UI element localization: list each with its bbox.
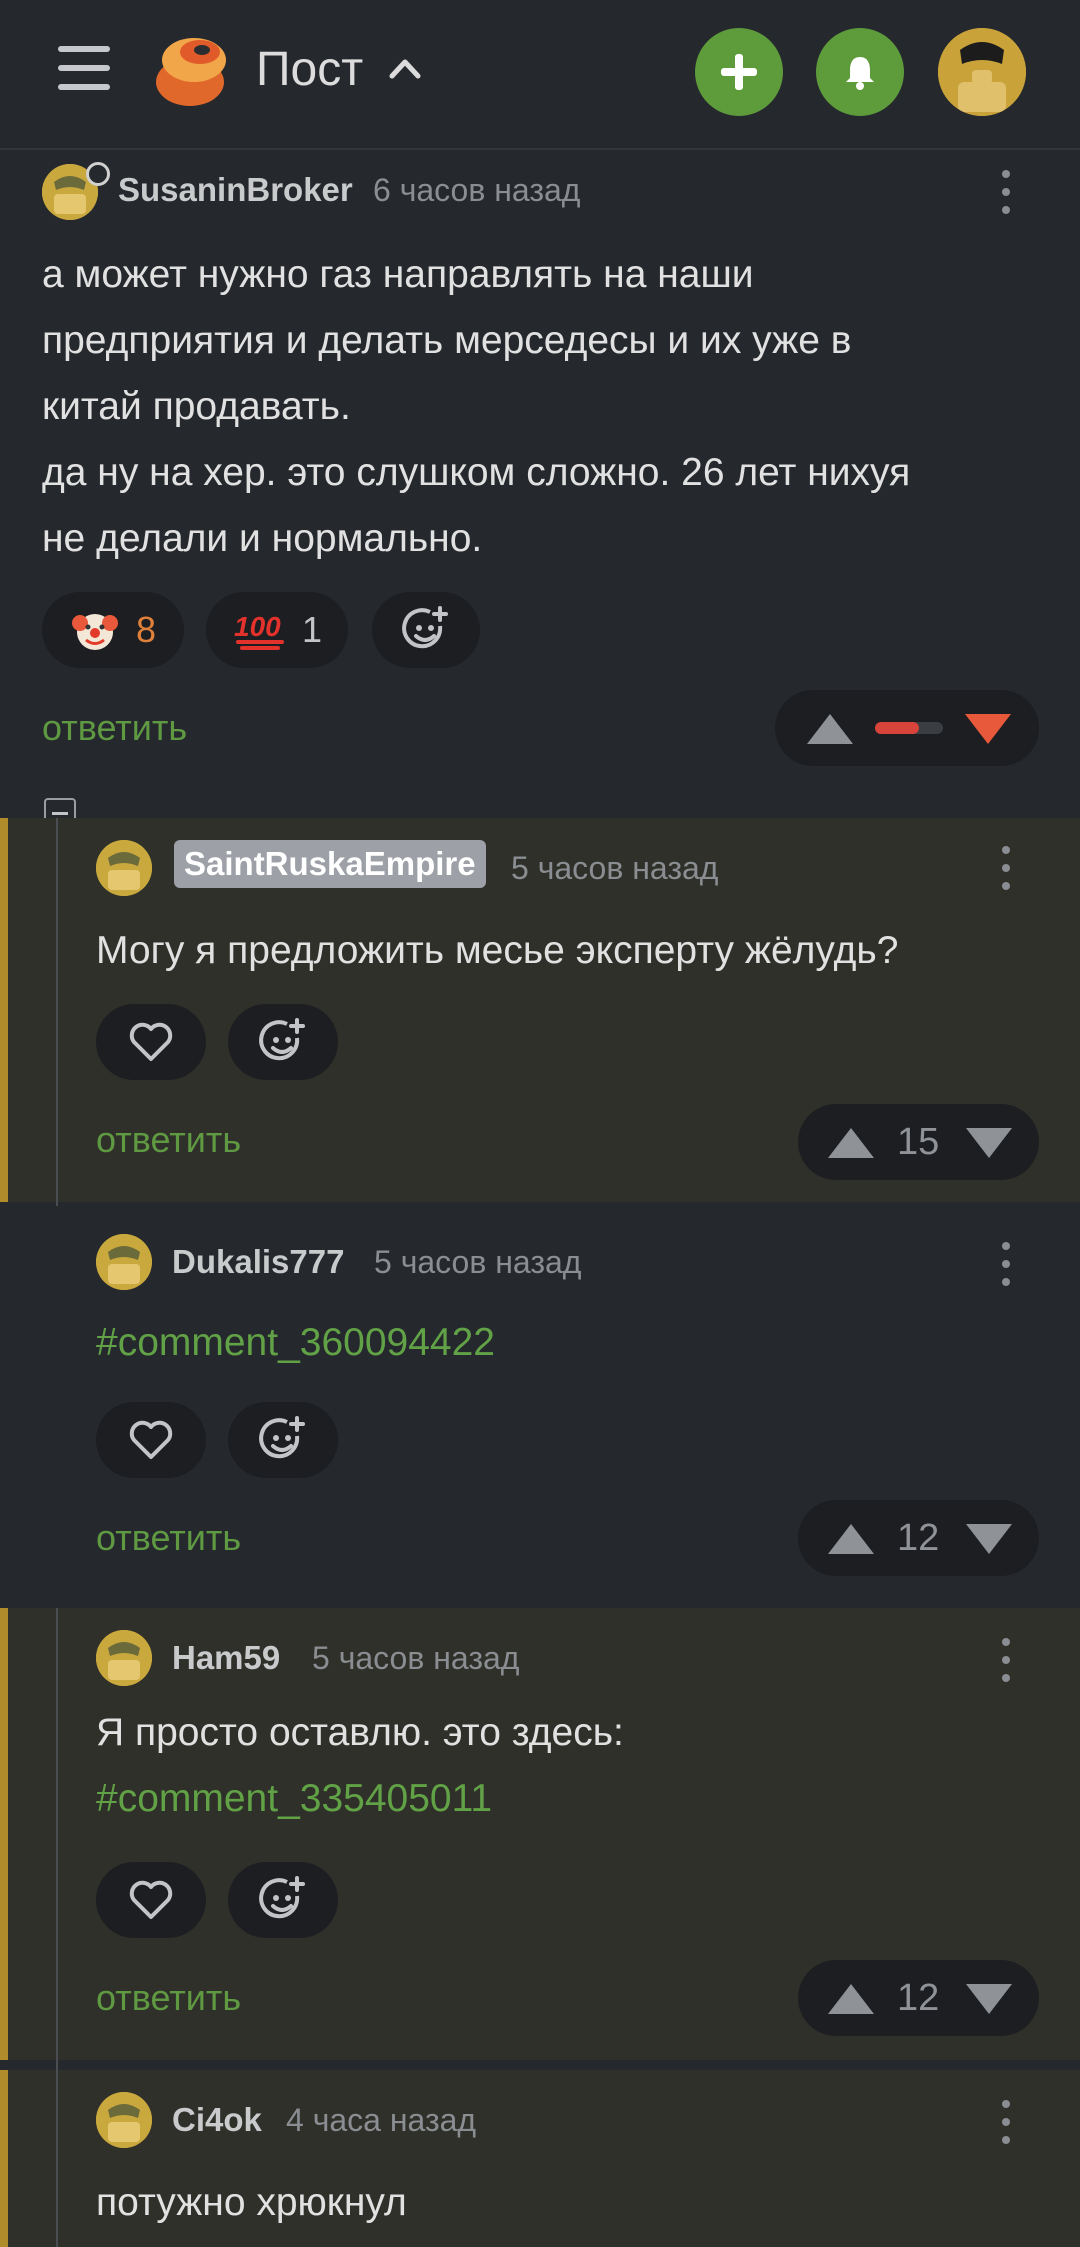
reply-link[interactable]: ответить bbox=[42, 706, 187, 750]
plus-icon bbox=[721, 54, 757, 90]
vote-count: 15 bbox=[897, 1121, 940, 1163]
comment: SaintRuskaEmpire 5 часов назад Могу я пр… bbox=[0, 818, 1080, 1202]
reaction-clown[interactable]: 8 bbox=[42, 592, 184, 668]
notifications-button[interactable] bbox=[816, 28, 904, 116]
text-line: не делали и нормально. bbox=[42, 517, 483, 560]
upvote-icon[interactable] bbox=[826, 1982, 876, 2016]
comment-time[interactable]: 5 часов назад bbox=[511, 848, 718, 888]
comment: Ci4ok 4 часа назад потужно хрюкнул bbox=[0, 2070, 1080, 2247]
upvote-icon[interactable] bbox=[826, 1522, 876, 1556]
hundred-emoji-icon: 100 bbox=[234, 611, 284, 650]
add-reaction-button[interactable] bbox=[372, 592, 480, 668]
thread-line bbox=[56, 1608, 58, 2060]
svg-text:100: 100 bbox=[234, 611, 281, 642]
comment-time[interactable]: 4 часа назад bbox=[286, 2100, 476, 2140]
comment-author[interactable]: Ci4ok bbox=[172, 2100, 262, 2140]
downvote-icon[interactable] bbox=[964, 1126, 1014, 1160]
avatar[interactable] bbox=[96, 1630, 152, 1686]
top-bar: Пост bbox=[0, 0, 1080, 150]
text-line: а может нужно газ направлять на наши bbox=[42, 253, 754, 296]
reply-link[interactable]: ответить bbox=[96, 1118, 241, 1162]
comment: Dukalis777 5 часов назад #comment_360094… bbox=[0, 1206, 1080, 1608]
add-emoji-icon bbox=[259, 1018, 305, 1061]
like-button[interactable] bbox=[96, 1862, 206, 1938]
more-options-icon[interactable] bbox=[1002, 2100, 1012, 2154]
like-button[interactable] bbox=[96, 1402, 206, 1478]
more-options-icon[interactable] bbox=[1002, 170, 1012, 224]
reply-link[interactable]: ответить bbox=[96, 1516, 241, 1560]
comment-text: Могу я предложить месье эксперту жёлудь? bbox=[96, 929, 899, 972]
comment-time[interactable]: 5 часов назад bbox=[312, 1638, 519, 1678]
add-emoji-icon bbox=[402, 606, 448, 649]
add-emoji-icon bbox=[259, 1876, 305, 1919]
comment-author[interactable]: Dukalis777 bbox=[172, 1242, 344, 1282]
text-line: да ну на хер. это слушком сложно. 26 лет… bbox=[42, 451, 911, 494]
vote-controls bbox=[775, 690, 1039, 766]
rating-bar bbox=[875, 722, 943, 734]
vote-controls: 15 bbox=[798, 1104, 1039, 1180]
add-emoji-icon bbox=[259, 1416, 305, 1459]
comment-time[interactable]: 6 часов назад bbox=[373, 170, 580, 210]
bell-icon bbox=[846, 57, 874, 90]
heart-icon bbox=[129, 1022, 173, 1061]
comment-link[interactable]: #comment_360094422 bbox=[96, 1310, 495, 1376]
text-line: китай продавать. bbox=[42, 385, 351, 428]
more-options-icon[interactable] bbox=[1002, 846, 1012, 900]
reaction-count: 1 bbox=[301, 609, 323, 650]
text-line: Я просто оставлю. это здесь: bbox=[96, 1711, 624, 1754]
downvote-icon[interactable] bbox=[964, 1522, 1014, 1556]
reaction-count: 8 bbox=[135, 609, 157, 650]
reaction-hundred[interactable]: 100 1 bbox=[206, 592, 348, 668]
thread-line bbox=[56, 2070, 58, 2247]
comment-time[interactable]: 5 часов назад bbox=[374, 1242, 581, 1282]
new-comment-marker bbox=[0, 1608, 8, 2060]
comment-link[interactable]: #comment_335405011 bbox=[96, 1766, 1056, 1832]
more-options-icon[interactable] bbox=[1002, 1242, 1012, 1296]
upvote-icon[interactable] bbox=[826, 1126, 876, 1160]
new-comment-marker bbox=[0, 818, 8, 1202]
site-logo[interactable] bbox=[150, 30, 232, 108]
comment-text: Я просто оставлю. это здесь: #comment_33… bbox=[96, 1700, 1056, 1832]
add-reaction-button[interactable] bbox=[228, 1004, 338, 1080]
avatar[interactable] bbox=[96, 840, 152, 896]
upvote-icon[interactable] bbox=[805, 712, 855, 746]
comment-text: потужно хрюкнул bbox=[96, 2181, 407, 2224]
chevron-up-icon[interactable] bbox=[388, 56, 422, 80]
like-button[interactable] bbox=[96, 1004, 206, 1080]
avatar[interactable] bbox=[96, 1234, 152, 1290]
profile-avatar[interactable] bbox=[938, 28, 1026, 116]
downvote-icon[interactable] bbox=[963, 712, 1013, 746]
more-options-icon[interactable] bbox=[1002, 1638, 1012, 1692]
clown-emoji-icon bbox=[71, 614, 118, 650]
comment-author[interactable]: SusaninBroker bbox=[118, 170, 353, 210]
comment: SusaninBroker 6 часов назад а может нужн… bbox=[0, 150, 1080, 818]
menu-icon[interactable] bbox=[58, 46, 110, 90]
heart-icon bbox=[129, 1420, 173, 1459]
avatar[interactable] bbox=[96, 2092, 152, 2148]
downvote-icon[interactable] bbox=[964, 1982, 1014, 2016]
online-indicator bbox=[86, 162, 110, 186]
add-reaction-button[interactable] bbox=[228, 1862, 338, 1938]
vote-count: 12 bbox=[897, 1517, 940, 1559]
vote-controls: 12 bbox=[798, 1500, 1039, 1576]
text-line: предприятия и делать мерседесы и их уже … bbox=[42, 319, 852, 362]
comment: Ham59 5 часов назад Я просто оставлю. эт… bbox=[0, 1608, 1080, 2060]
new-comment-marker bbox=[0, 2070, 8, 2247]
vote-count: 12 bbox=[897, 1977, 940, 2019]
reply-link[interactable]: ответить bbox=[96, 1976, 241, 2020]
page-title[interactable]: Пост bbox=[256, 38, 363, 102]
vote-controls: 12 bbox=[798, 1960, 1039, 2036]
thread-line bbox=[56, 818, 58, 1202]
heart-icon bbox=[129, 1880, 173, 1919]
comment-author[interactable]: SaintRuskaEmpire bbox=[174, 840, 486, 888]
comment-text: а может нужно газ направлять на наши пре… bbox=[42, 242, 1042, 572]
add-post-button[interactable] bbox=[695, 28, 783, 116]
comment-author[interactable]: Ham59 bbox=[172, 1638, 280, 1678]
add-reaction-button[interactable] bbox=[228, 1402, 338, 1478]
